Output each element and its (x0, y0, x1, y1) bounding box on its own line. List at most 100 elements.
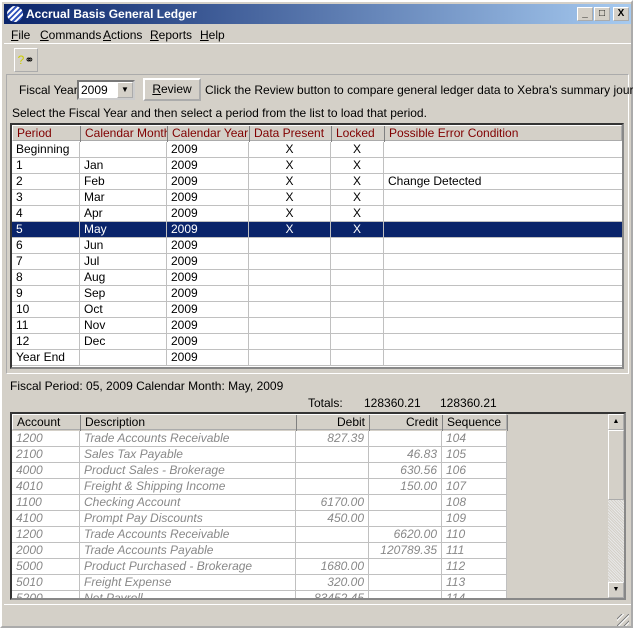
period-cell: Jun (80, 238, 167, 254)
period-cell (249, 350, 331, 366)
period-row[interactable]: 11 Nov 2009 (12, 318, 622, 334)
period-row[interactable]: 6 Jun 2009 (12, 238, 622, 254)
review-button[interactable]: Review (143, 78, 201, 101)
ledger-cell: 83452.45 (296, 591, 369, 598)
column-header[interactable]: Credit (370, 415, 443, 431)
period-cell (331, 238, 384, 254)
ledger-cell: 120789.35 (369, 543, 442, 559)
status-bar (4, 604, 631, 628)
maximize-button[interactable]: □ (594, 7, 610, 21)
scroll-thumb[interactable] (608, 430, 624, 500)
column-header[interactable]: Debit (297, 415, 370, 431)
column-header[interactable]: Locked (332, 126, 385, 142)
menu-help[interactable]: Help (200, 28, 225, 42)
ledger-row[interactable]: 1200 Trade Accounts Receivable 6620.00 110 (12, 527, 507, 543)
period-cell: 12 (12, 334, 80, 350)
ledger-cell: Trade Accounts Receivable (80, 527, 296, 543)
column-header[interactable]: Calendar Year (168, 126, 250, 142)
period-cell: Year End (12, 350, 80, 366)
minimize-button[interactable]: _ (577, 7, 593, 21)
period-cell (249, 318, 331, 334)
period-cell: Mar (80, 190, 167, 206)
ledger-cell: 104 (442, 431, 507, 447)
period-cell: 8 (12, 270, 80, 286)
ledger-row[interactable]: 2000 Trade Accounts Payable 120789.35 111 (12, 543, 507, 559)
period-row[interactable]: 4 Apr 2009 X X (12, 206, 622, 222)
ledger-cell: 1200 (12, 527, 80, 543)
chevron-down-icon[interactable]: ▼ (117, 82, 133, 98)
ledger-scrollbar[interactable]: ▲ ▼ (608, 414, 624, 598)
ledger-row[interactable]: 5000 Product Purchased - Brokerage 1680.00… (12, 559, 507, 575)
ledger-row[interactable]: 2100 Sales Tax Payable 46.83 105 (12, 447, 507, 463)
scroll-down-icon[interactable]: ▼ (608, 582, 624, 598)
period-row[interactable]: 9 Sep 2009 (12, 286, 622, 302)
close-button[interactable]: X (613, 7, 629, 21)
ledger-cell: 114 (442, 591, 507, 598)
period-cell (249, 238, 331, 254)
ledger-grid[interactable]: Account Description Debit Credit Sequence 120… (10, 412, 626, 600)
period-cell (249, 270, 331, 286)
menu-bar: File Commands Actions Reports Help (4, 26, 631, 44)
ledger-row[interactable]: 4100 Prompt Pay Discounts 450.00 109 (12, 511, 507, 527)
column-header[interactable]: Account (13, 415, 81, 431)
period-row[interactable]: 8 Aug 2009 (12, 270, 622, 286)
period-row[interactable]: 1 Jan 2009 X X (12, 158, 622, 174)
ledger-cell: 111 (442, 543, 507, 559)
ledger-row[interactable]: 5200 Net Payroll 83452.45 114 (12, 591, 507, 598)
ledger-cell: 450.00 (296, 511, 369, 527)
ledger-header: Account Description Debit Credit Sequence (12, 414, 508, 431)
period-cell: 2009 (167, 238, 249, 254)
ledger-cell: 6620.00 (369, 527, 442, 543)
ledger-cell: 4010 (12, 479, 80, 495)
period-cell (384, 302, 622, 318)
ledger-row[interactable]: 1200 Trade Accounts Receivable 827.39 104 (12, 431, 507, 447)
period-row[interactable]: 12 Dec 2009 (12, 334, 622, 350)
column-header[interactable]: Possible Error Condition (385, 126, 622, 142)
ledger-row[interactable]: 1100 Checking Account 6170.00 108 (12, 495, 507, 511)
period-cell: 2009 (167, 302, 249, 318)
column-header[interactable]: Sequence (443, 415, 508, 431)
period-cell (249, 302, 331, 318)
ledger-cell (296, 527, 369, 543)
period-row[interactable]: 3 Mar 2009 X X (12, 190, 622, 206)
ledger-row[interactable]: 4000 Product Sales - Brokerage 630.56 106 (12, 463, 507, 479)
column-header[interactable]: Data Present (250, 126, 332, 142)
menu-commands[interactable]: Commands (40, 28, 101, 42)
period-row[interactable]: 5 May 2009 X X (12, 222, 622, 238)
ledger-row[interactable]: 4010 Freight & Shipping Income 150.00 107 (12, 479, 507, 495)
ledger-cell: 6170.00 (296, 495, 369, 511)
period-row[interactable]: 7 Jul 2009 (12, 254, 622, 270)
ledger-cell: 2000 (12, 543, 80, 559)
help-find-button[interactable]: ?⚭ (14, 48, 38, 72)
scroll-up-icon[interactable]: ▲ (608, 414, 624, 430)
period-cell: X (249, 142, 331, 158)
ledger-cell: 2100 (12, 447, 80, 463)
period-cell: 2009 (167, 334, 249, 350)
ledger-row[interactable]: 5010 Freight Expense 320.00 113 (12, 575, 507, 591)
menu-actions[interactable]: Actions (103, 28, 142, 42)
resize-grip-icon[interactable] (617, 614, 629, 626)
period-cell (80, 142, 167, 158)
ledger-cell: 5000 (12, 559, 80, 575)
period-row[interactable]: Year End 2009 (12, 350, 622, 366)
ledger-cell: Checking Account (80, 495, 296, 511)
column-header[interactable]: Calendar Month (81, 126, 168, 142)
period-row[interactable]: Beginning 2009 X X (12, 142, 622, 158)
period-cell: X (249, 158, 331, 174)
period-cell (384, 158, 622, 174)
period-row[interactable]: 10 Oct 2009 (12, 302, 622, 318)
period-cell (384, 254, 622, 270)
period-cell: 9 (12, 286, 80, 302)
menu-file[interactable]: File (11, 28, 30, 42)
column-header[interactable]: Description (81, 415, 297, 431)
period-row[interactable]: 2 Feb 2009 X X Change Detected (12, 174, 622, 190)
menu-reports[interactable]: Reports (150, 28, 192, 42)
ledger-cell: 5010 (12, 575, 80, 591)
period-list[interactable]: Period Calendar Month Calendar Year Data Pr… (10, 123, 624, 369)
ledger-cell: Freight & Shipping Income (80, 479, 296, 495)
column-header[interactable]: Period (13, 126, 81, 142)
fiscal-year-select[interactable]: 2009 ▼ (77, 80, 135, 100)
period-cell: May (80, 222, 167, 238)
period-cell (331, 270, 384, 286)
period-cell (384, 222, 622, 238)
